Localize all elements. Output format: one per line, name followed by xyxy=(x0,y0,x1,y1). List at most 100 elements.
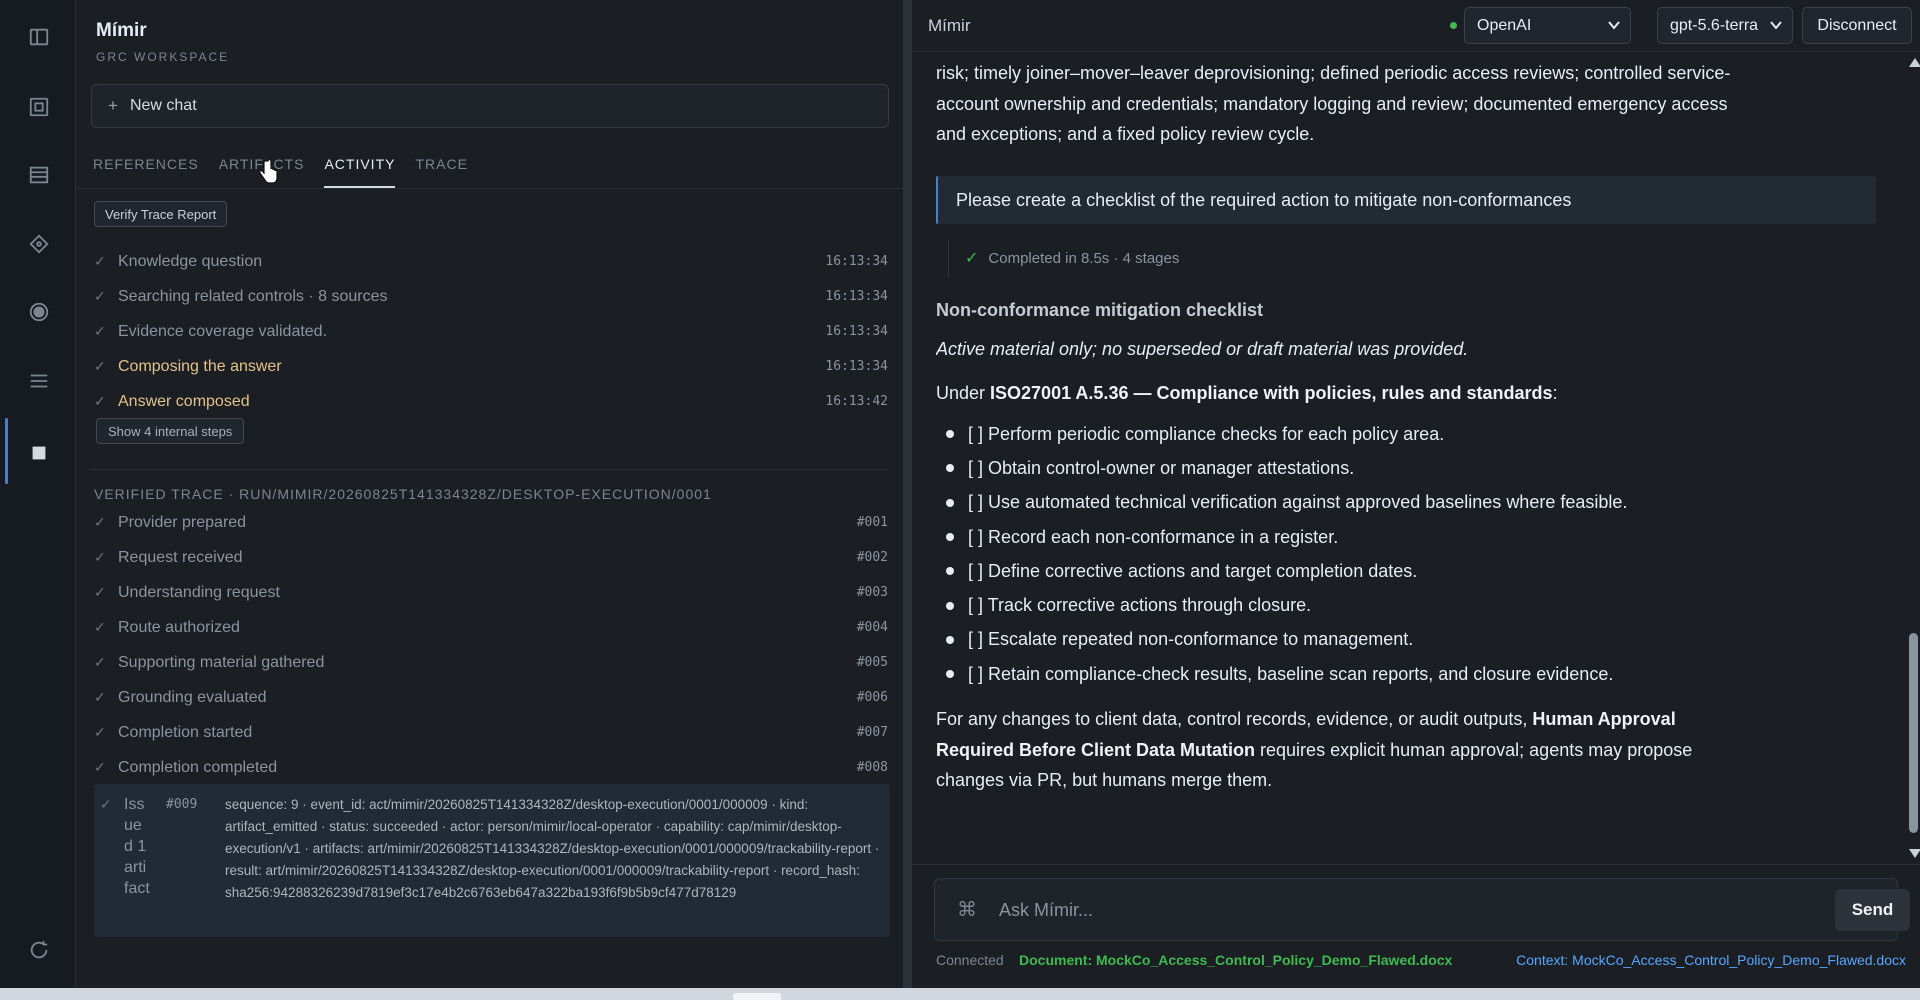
tab-activity[interactable]: ACTIVITY xyxy=(324,156,396,188)
activity-label: Answer composed xyxy=(118,392,250,410)
database-icon[interactable] xyxy=(24,160,54,190)
trace-label: Supporting material gathered xyxy=(118,653,325,671)
stop-icon[interactable] xyxy=(24,438,54,468)
trace-label: Request received xyxy=(118,548,243,566)
window-icon[interactable] xyxy=(24,92,54,122)
hand-cursor-icon xyxy=(259,158,278,184)
disconnect-button[interactable]: Disconnect xyxy=(1802,7,1912,44)
taskbar-pill xyxy=(733,993,781,1000)
menu-icon[interactable] xyxy=(24,366,54,396)
trace-number: #002 xyxy=(856,550,888,565)
checklist-text: [ ] Perform periodic compliance checks f… xyxy=(968,423,1445,444)
trace-item[interactable]: ✓ Provider prepared #001 xyxy=(94,505,890,540)
activity-label: Evidence coverage validated. xyxy=(118,322,328,340)
check-icon: ✓ xyxy=(94,759,106,775)
trace-number: #008 xyxy=(856,760,888,775)
control-name: ISO27001 A.5.36 — Compliance with polici… xyxy=(990,383,1553,403)
provider-select[interactable]: OpenAI xyxy=(1464,7,1631,44)
trace-item[interactable]: ✓ Request received #002 xyxy=(94,540,890,575)
status-footer: Connected Document: MockCo_Access_Contro… xyxy=(936,952,1906,970)
bullet xyxy=(946,498,954,507)
active-indicator xyxy=(5,418,8,484)
command-icon[interactable]: ⌘ xyxy=(957,897,977,922)
bullet xyxy=(946,464,954,473)
panel-splitter[interactable] xyxy=(903,0,912,988)
checklist-text: [ ] Track corrective actions through clo… xyxy=(968,595,1312,616)
tab-references[interactable]: REFERENCES xyxy=(93,156,199,188)
activity-time: 16:13:34 xyxy=(825,359,888,374)
trace-item-expanded[interactable]: ✓ Issued 1 artifact #009 sequence: 9 · e… xyxy=(94,784,890,937)
scroll-up-arrow[interactable] xyxy=(1909,58,1920,67)
context-link[interactable]: Context: MockCo_Access_Control_Policy_De… xyxy=(1516,952,1906,968)
verify-trace-report-button[interactable]: Verify Trace Report xyxy=(94,201,228,227)
trace-number: #001 xyxy=(856,515,888,530)
mitigation-checklist: [ ] Perform periodic compliance checks f… xyxy=(946,417,1627,691)
scrollbar-thumb[interactable] xyxy=(1909,633,1918,833)
trace-label: Understanding request xyxy=(118,583,280,601)
check-icon: ✓ xyxy=(94,253,106,269)
check-icon: ✓ xyxy=(94,654,106,670)
check-icon: ✓ xyxy=(94,619,106,635)
show-internal-steps-button[interactable]: Show 4 internal steps xyxy=(96,418,245,444)
scroll-down-arrow[interactable] xyxy=(1909,849,1920,858)
check-icon: ✓ xyxy=(94,549,106,565)
new-chat-label: New chat xyxy=(129,97,197,114)
ask-input[interactable] xyxy=(999,891,1799,929)
control-prefix: Under xyxy=(936,383,991,403)
checklist-item: [ ] Track corrective actions through clo… xyxy=(946,588,1627,622)
check-icon: ✓ xyxy=(94,514,106,530)
checklist-item: [ ] Obtain control-owner or manager atte… xyxy=(946,451,1627,485)
bullet xyxy=(946,601,954,610)
trace-item[interactable]: ✓ Understanding request #003 xyxy=(94,575,890,610)
diamond-icon[interactable] xyxy=(24,229,54,259)
refresh-icon[interactable] xyxy=(24,935,54,965)
target-icon[interactable] xyxy=(24,297,54,327)
trace-label: Completion started xyxy=(118,723,253,741)
checklist-text: [ ] Escalate repeated non-conformance to… xyxy=(968,629,1414,650)
toggle-sidebar-icon[interactable] xyxy=(24,22,54,52)
trace-item[interactable]: ✓ Supporting material gathered #005 xyxy=(94,645,890,680)
trace-item[interactable]: ✓ Completion completed #008 xyxy=(94,750,890,785)
checklist-text: [ ] Define corrective actions and target… xyxy=(968,560,1418,581)
check-icon: ✓ xyxy=(94,689,106,705)
composer: ⌘ Send xyxy=(934,878,1910,941)
document-link[interactable]: Document: MockCo_Access_Control_Policy_D… xyxy=(1019,952,1452,968)
plus-icon: + xyxy=(108,96,118,115)
user-message: Please create a checklist of the require… xyxy=(936,176,1876,224)
assistant-prev-text: risk; timely joiner–mover–leaver deprovi… xyxy=(936,63,1731,144)
trace-number: #005 xyxy=(856,655,888,670)
model-select[interactable]: gpt-5.6-terra xyxy=(1657,7,1793,44)
brand-title: Mímir xyxy=(96,20,147,41)
bullet xyxy=(946,430,954,439)
chat-transcript: risk; timely joiner–mover–leaver deprovi… xyxy=(936,56,1886,862)
bullet xyxy=(946,567,954,576)
model-value: gpt-5.6-terra xyxy=(1670,16,1759,34)
trace-item[interactable]: ✓ Route authorized #004 xyxy=(94,610,890,645)
send-button[interactable]: Send xyxy=(1835,889,1910,931)
trace-item[interactable]: ✓ Completion started #007 xyxy=(94,715,890,750)
activity-time: 16:13:34 xyxy=(825,254,888,269)
check-icon: ✓ xyxy=(94,584,106,600)
trace-list: ✓ Provider prepared #001 ✓ Request recei… xyxy=(94,505,890,785)
trace-label: Grounding evaluated xyxy=(118,688,267,706)
composer-divider xyxy=(912,864,1920,865)
connection-status-dot xyxy=(1450,22,1457,29)
new-chat-button[interactable]: + New chat xyxy=(91,84,889,128)
check-icon: ✓ xyxy=(100,796,112,812)
activity-item: ✓ Evidence coverage validated. 16:13:34 xyxy=(94,314,890,349)
trace-item[interactable]: ✓ Grounding evaluated #006 xyxy=(94,680,890,715)
checklist-text: [ ] Record each non-conformance in a reg… xyxy=(968,526,1339,547)
trace-label: Route authorized xyxy=(118,618,240,636)
control-reference: Under ISO27001 A.5.36 — Compliance with … xyxy=(936,383,1558,404)
trace-label: Completion completed xyxy=(118,758,278,776)
trace-label: Provider prepared xyxy=(118,513,247,531)
checklist-text: [ ] Use automated technical verification… xyxy=(968,492,1628,513)
activity-panel: Mímir GRC WORKSPACE + New chat REFERENCE… xyxy=(77,0,903,988)
tabs-divider xyxy=(77,188,903,189)
activity-item: ✓ Knowledge question 16:13:34 xyxy=(94,244,890,279)
activity-label: Composing the answer xyxy=(118,357,282,375)
trace-label: Issued 1 artifact xyxy=(124,796,150,897)
tab-trace[interactable]: TRACE xyxy=(415,156,467,188)
bullet xyxy=(946,635,954,644)
trace-number: #009 xyxy=(166,797,198,812)
